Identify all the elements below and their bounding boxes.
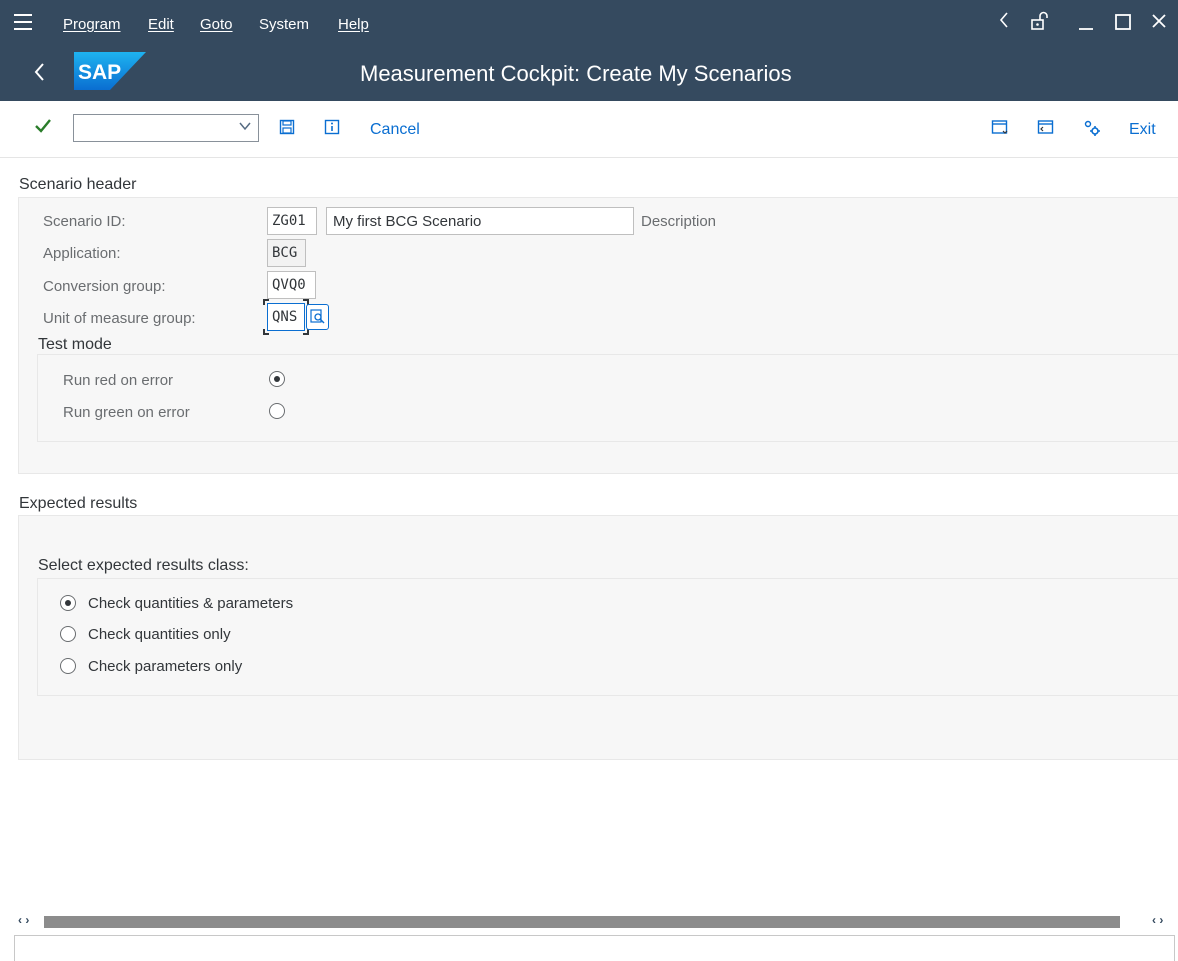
expected-results-subtitle: Select expected results class: <box>38 557 249 574</box>
chevron-down-icon[interactable] <box>238 119 252 136</box>
conversion-group-field[interactable]: QVQ0 <box>267 271 316 299</box>
scenario-header-title: Scenario header <box>19 176 137 193</box>
value-help-button[interactable] <box>306 304 329 330</box>
title-bar: SAP Measurement Cockpit: Create My Scena… <box>0 48 1178 101</box>
checkmark-icon[interactable] <box>34 117 52 141</box>
description-label: Description <box>641 213 717 230</box>
expected-results-title: Expected results <box>19 495 138 512</box>
menu-goto[interactable]: Goto <box>200 16 233 33</box>
new-window-icon[interactable] <box>991 119 1009 142</box>
application-field: BCG <box>267 239 306 267</box>
scenario-id-label: Scenario ID: <box>43 213 126 230</box>
info-icon[interactable] <box>324 119 340 140</box>
check-quantities-parameters-radio[interactable] <box>60 595 76 611</box>
run-red-radio[interactable] <box>269 371 285 387</box>
settings-icon[interactable] <box>1083 119 1101 142</box>
status-bar <box>14 935 1175 961</box>
check-quantities-only-radio[interactable] <box>60 626 76 642</box>
description-field[interactable]: My first BCG Scenario <box>326 207 634 235</box>
run-green-label: Run green on error <box>63 404 190 421</box>
run-red-label: Run red on error <box>63 372 174 389</box>
horizontal-scrollbar[interactable]: ‹ › ‹ › <box>0 913 1178 931</box>
test-mode-title: Test mode <box>38 336 112 353</box>
cancel-button[interactable]: Cancel <box>370 121 420 139</box>
menu-bar: Program Edit Goto System Help <box>0 0 1178 48</box>
focus-indicator <box>263 299 309 335</box>
check-parameters-only-radio[interactable] <box>60 658 76 674</box>
menu-edit[interactable]: Edit <box>148 16 174 33</box>
menu-help[interactable]: Help <box>338 16 369 33</box>
sap-logo: SAP <box>74 52 146 90</box>
run-green-radio[interactable] <box>269 403 285 419</box>
minimize-icon[interactable] <box>1077 10 1095 37</box>
scrollbar-thumb[interactable] <box>44 916 1120 928</box>
uom-group-label: Unit of measure group: <box>43 310 196 327</box>
menu-icon[interactable] <box>14 14 32 32</box>
scroll-left-right-icon[interactable]: ‹ › <box>18 913 29 927</box>
check-quantities-only-label: Check quantities only <box>88 626 231 643</box>
menu-program[interactable]: Program <box>63 16 121 33</box>
scroll-left-right-icon-end[interactable]: ‹ › <box>1152 913 1163 927</box>
exit-button[interactable]: Exit <box>1129 121 1156 139</box>
page-title: Measurement Cockpit: Create My Scenarios <box>360 61 792 86</box>
window-icon[interactable] <box>1037 119 1055 142</box>
maximize-icon[interactable] <box>1114 10 1132 37</box>
application-label: Application: <box>43 245 121 262</box>
chevron-left-icon[interactable] <box>997 10 1011 35</box>
back-icon[interactable] <box>32 60 46 90</box>
conversion-group-label: Conversion group: <box>43 278 166 295</box>
test-mode-panel <box>37 354 1178 442</box>
check-parameters-only-label: Check parameters only <box>88 658 243 675</box>
unlock-icon[interactable] <box>1030 10 1050 37</box>
command-field[interactable] <box>73 114 259 142</box>
save-icon[interactable] <box>279 119 295 140</box>
toolbar: Cancel Exit <box>0 101 1178 158</box>
close-icon[interactable] <box>1150 10 1168 37</box>
menu-system[interactable]: System <box>259 16 309 33</box>
check-quantities-parameters-label: Check quantities & parameters <box>88 595 294 612</box>
search-icon <box>310 309 326 330</box>
scenario-id-field[interactable]: ZG01 <box>267 207 317 235</box>
svg-text:SAP: SAP <box>78 61 121 84</box>
